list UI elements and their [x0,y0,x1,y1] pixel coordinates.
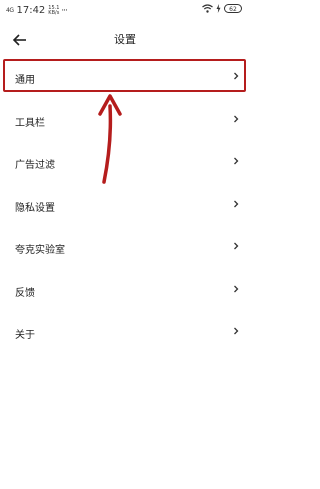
highlight-box [3,59,246,92]
nav-bar: 设置 [0,24,250,56]
wifi-icon [202,4,213,13]
menu-item-label: 反馈 [15,287,35,299]
chevron-right-icon [234,327,239,335]
page-title: 设置 [114,33,136,46]
chevron-right-icon [234,157,239,165]
chevron-right-icon [234,200,239,207]
network-speed: 15.1 KB/s [48,4,60,16]
battery-icon: 62 [224,4,242,13]
status-time: 17:42 [16,5,46,16]
annotation-arrow-icon [98,94,122,184]
menu-item-label: 关于 [15,330,35,341]
charging-icon [216,4,221,13]
menu-item-lab[interactable]: 夸克实验室 [0,227,250,270]
menu-item-privacy[interactable]: 隐私设置 [0,185,250,228]
menu-item-label: 广告过滤 [15,160,55,171]
chevron-right-icon [234,242,239,250]
status-bar: 4G 17:42 15.1 KB/s ··· 62 [0,0,250,20]
menu-item-label: 工具栏 [15,117,45,129]
menu-item-about[interactable]: 关于 [0,312,250,355]
menu-item-label: 夸克实验室 [15,245,65,256]
menu-item-label: 隐私设置 [15,202,55,214]
menu-item-feedback[interactable]: 反馈 [0,270,250,313]
more-notifications-icon: ··· [61,5,68,16]
chevron-right-icon [234,115,239,122]
cellular-signal-icon: 4G [6,6,14,14]
chevron-right-icon [234,285,239,292]
